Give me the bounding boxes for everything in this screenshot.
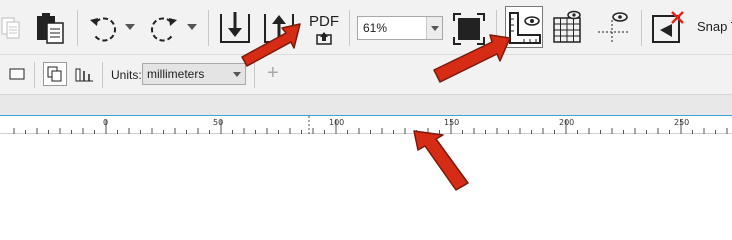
arrow-to-import-icon bbox=[241, 23, 301, 67]
arrow-to-rulers-button bbox=[433, 34, 511, 83]
arrow-to-ruler bbox=[413, 130, 469, 191]
annotation-arrows bbox=[241, 23, 511, 191]
